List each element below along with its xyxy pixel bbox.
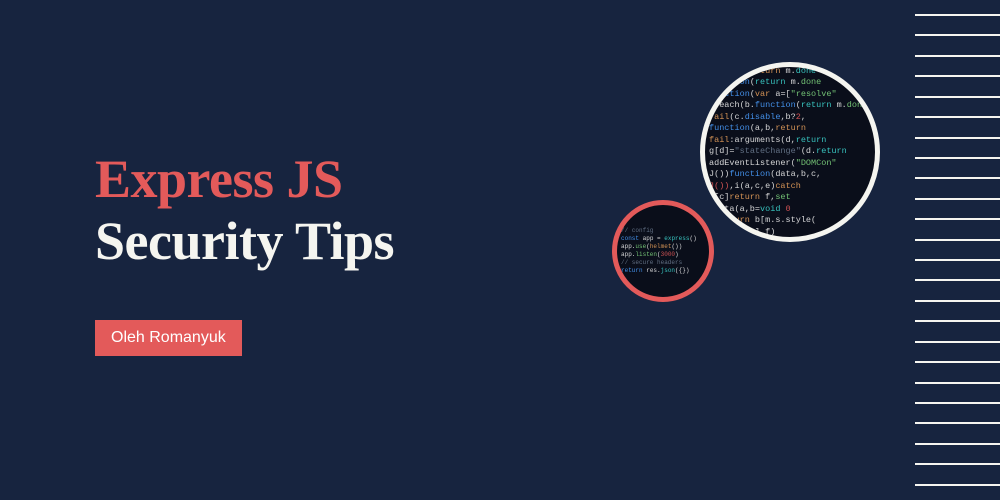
decorative-circle-small: // config const app = express() app.use(… — [612, 200, 714, 302]
stripe-line — [915, 279, 1000, 281]
author-badge: Oleh Romanyuk — [95, 320, 242, 356]
title-line-2: Security Tips — [95, 210, 394, 272]
stripe-line — [915, 177, 1000, 179]
stripe-line — [915, 402, 1000, 404]
decorative-stripes — [915, 14, 1000, 486]
stripe-line — [915, 96, 1000, 98]
stripe-line — [915, 75, 1000, 77]
stripe-line — [915, 422, 1000, 424]
stripe-line — [915, 198, 1000, 200]
stripe-line — [915, 55, 1000, 57]
hero-content: Express JS Security Tips Oleh Romanyuk — [95, 148, 394, 356]
stripe-line — [915, 259, 1000, 261]
stripe-line — [915, 218, 1000, 220]
code-image-large: void fn(return m.done function(return m.… — [705, 67, 875, 237]
stripe-line — [915, 484, 1000, 486]
code-image-small: // config const app = express() app.use(… — [617, 205, 709, 297]
stripe-line — [915, 34, 1000, 36]
stripe-line — [915, 116, 1000, 118]
stripe-line — [915, 239, 1000, 241]
stripe-line — [915, 320, 1000, 322]
stripe-line — [915, 137, 1000, 139]
decorative-circle-large: void fn(return m.done function(return m.… — [700, 62, 880, 242]
stripe-line — [915, 361, 1000, 363]
stripe-line — [915, 382, 1000, 384]
stripe-line — [915, 14, 1000, 16]
stripe-line — [915, 300, 1000, 302]
stripe-line — [915, 157, 1000, 159]
title-line-1: Express JS — [95, 148, 394, 210]
stripe-line — [915, 463, 1000, 465]
stripe-line — [915, 341, 1000, 343]
stripe-line — [915, 443, 1000, 445]
